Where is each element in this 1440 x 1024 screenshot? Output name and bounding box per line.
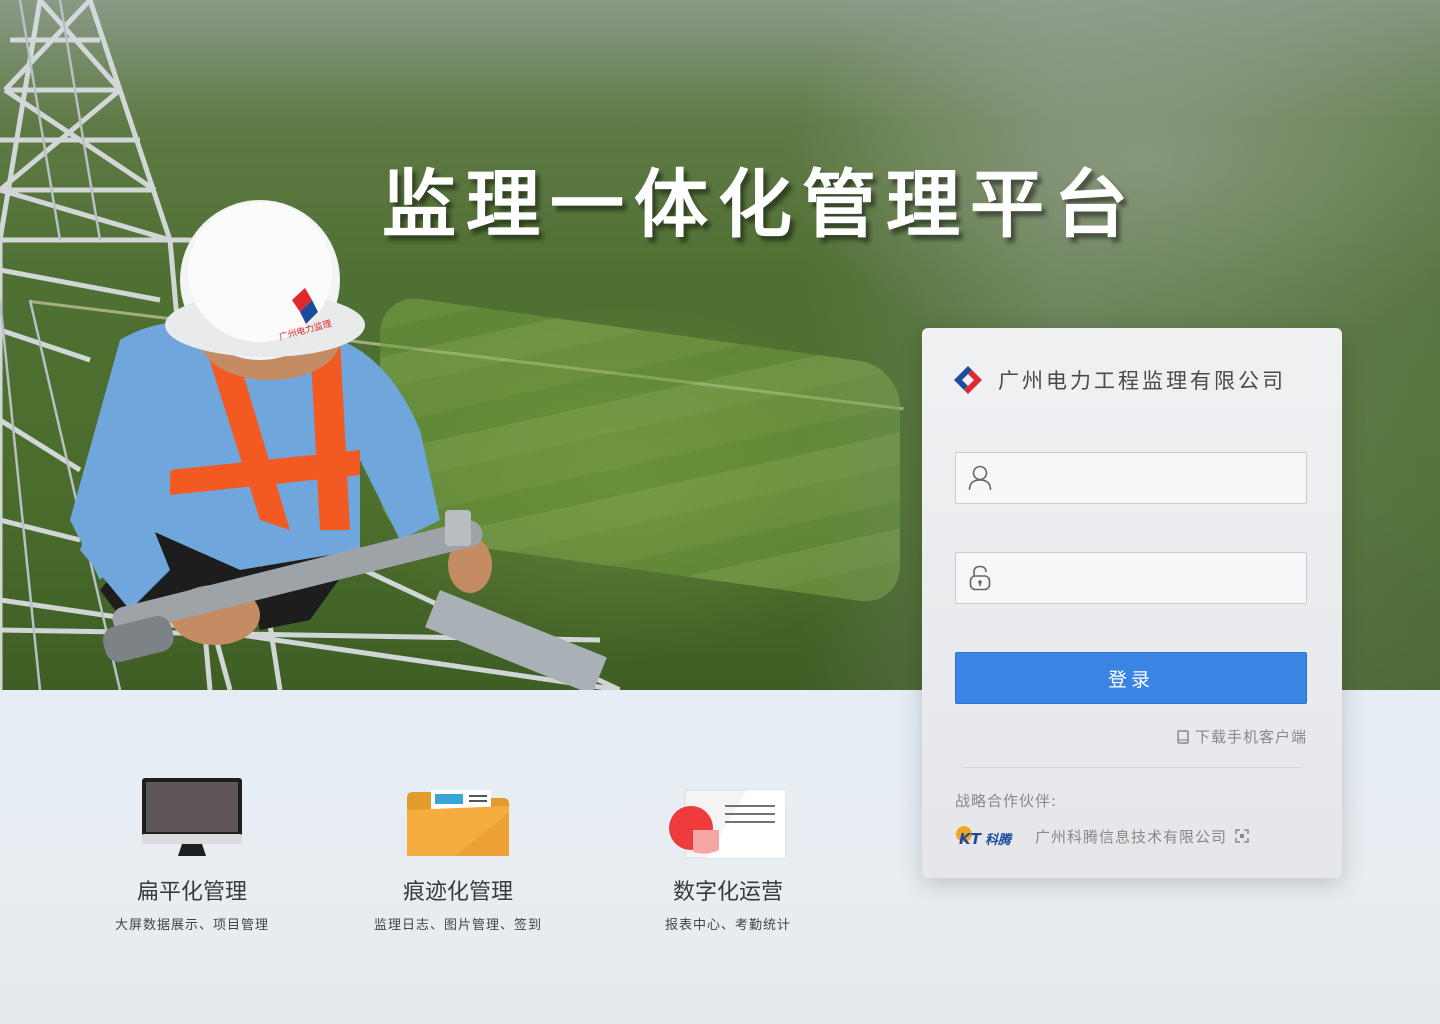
login-button[interactable]: 登录 [955,652,1307,704]
partner-label: 战略合作伙伴: [955,792,1058,810]
username-field[interactable] [955,452,1307,504]
feature-subtitle: 报表中心、考勤统计 [664,918,791,933]
company-logo-icon [954,366,982,394]
username-input[interactable] [1004,453,1306,503]
company-name: 广州电力工程监理有限公司 [998,369,1286,393]
login-card: 广州电力工程监理有限公司 登录 下载手机客户端 战略合作伙伴: KT 科腾 广州… [922,328,1342,878]
partner-name: 广州科腾信息技术有限公司 [1035,827,1228,846]
password-field[interactable] [955,552,1307,604]
report-chart-icon [608,774,848,860]
feature-title: 数字化运营 [672,880,783,905]
monitor-icon [72,774,312,860]
svg-text:科腾: 科腾 [985,832,1013,848]
feature-digital-operation: 数字化运营 报表中心、考勤统计 [608,774,848,933]
feature-title: 痕迹化管理 [402,880,513,905]
page-title: 监理一体化管理平台 [382,162,1138,248]
mobile-phone-icon [1177,729,1189,744]
feature-trace-management: 痕迹化管理 监理日志、图片管理、签到 [338,774,578,933]
svg-text:KT: KT [959,830,983,848]
lock-icon [956,565,1004,591]
qr-code-icon[interactable] [1235,829,1249,843]
download-mobile-client-link[interactable]: 下载手机客户端 [1177,726,1307,747]
company-header: 广州电力工程监理有限公司 [952,364,1286,396]
download-label: 下载手机客户端 [1194,728,1307,746]
password-input[interactable] [1004,553,1306,603]
partner-logo: KT 科腾 [956,826,1013,848]
user-icon [956,465,1004,491]
divider [962,767,1302,768]
partner-info: KT 科腾 广州科腾信息技术有限公司 [955,824,1249,848]
feature-subtitle: 监理日志、图片管理、签到 [373,918,542,933]
feature-subtitle: 大屏数据展示、项目管理 [114,918,269,933]
worker-image: 广州电力监理 [70,200,492,662]
feature-title: 扁平化管理 [136,880,247,905]
feature-flat-management: 扁平化管理 大屏数据展示、项目管理 [72,774,312,933]
folder-icon [338,774,578,860]
